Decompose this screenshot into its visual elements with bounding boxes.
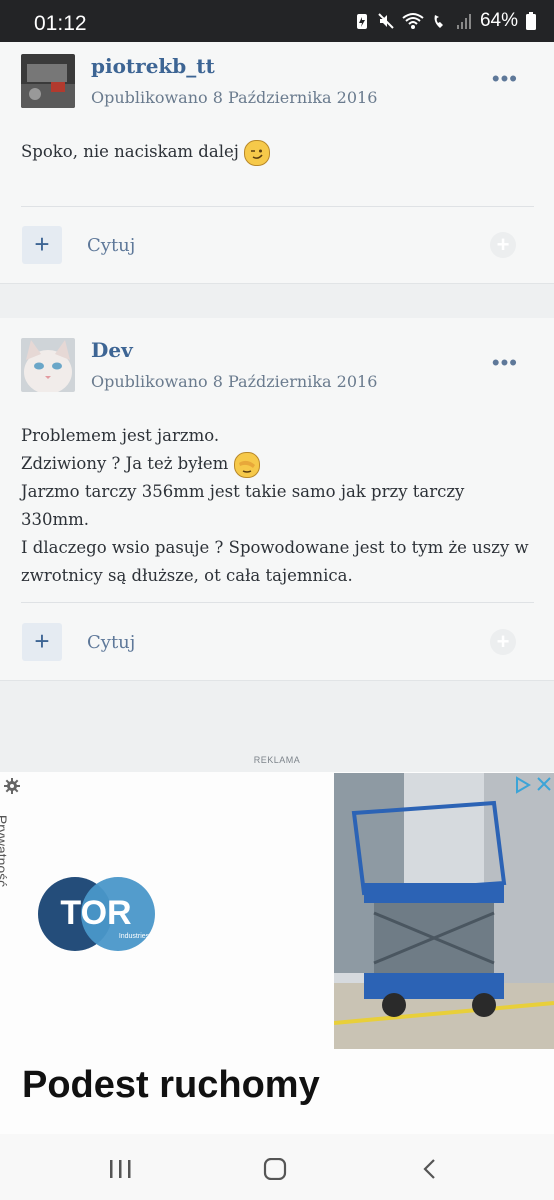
post-content: Spoko, nie naciskam dalej bbox=[21, 138, 534, 166]
divider bbox=[21, 602, 534, 603]
advertisement[interactable]: Prywatność TOR Industries Podest ruchomy bbox=[0, 772, 554, 1134]
battery-saver-icon bbox=[356, 14, 367, 29]
gear-icon bbox=[4, 778, 20, 794]
mute-icon bbox=[378, 13, 394, 29]
more-options-icon[interactable]: ••• bbox=[492, 350, 518, 376]
post-line-wrap: Zdziwiony ? Ja też byłem bbox=[21, 450, 534, 478]
quote-button[interactable]: Cytuj bbox=[87, 235, 135, 256]
post-line: zwrotnicy są dłuższe, ot cała tajemnica. bbox=[21, 566, 353, 585]
divider bbox=[21, 206, 534, 207]
post-date: Opublikowano 8 Października 2016 bbox=[91, 88, 378, 107]
battery-icon bbox=[526, 12, 536, 30]
adchoices-icon[interactable] bbox=[514, 776, 532, 794]
tor-logo: TOR Industries bbox=[38, 877, 155, 951]
multiquote-icon[interactable]: + bbox=[490, 629, 516, 655]
more-options-icon[interactable]: ••• bbox=[492, 66, 518, 92]
post-author[interactable]: piotrekb_tt bbox=[91, 54, 215, 78]
android-nav-bar bbox=[0, 1134, 554, 1200]
facepalm-emoji-icon bbox=[233, 451, 260, 478]
post-author[interactable]: Dev bbox=[91, 338, 133, 362]
scissor-lift-photo bbox=[334, 773, 554, 1049]
post-line: Jarzmo tarczy 356mm jest takie samo jak … bbox=[21, 482, 465, 529]
multiquote-icon[interactable]: + bbox=[490, 232, 516, 258]
status-bar: 01:12 64% bbox=[0, 0, 554, 42]
recent-apps-icon[interactable] bbox=[108, 1158, 132, 1180]
avatar[interactable] bbox=[21, 54, 75, 108]
status-time: 01:12 bbox=[34, 12, 87, 35]
close-icon[interactable] bbox=[536, 776, 552, 792]
ad-headline[interactable]: Podest ruchomy bbox=[22, 1064, 320, 1107]
back-icon[interactable] bbox=[420, 1158, 440, 1180]
ad-privacy-label: Prywatność bbox=[0, 814, 11, 888]
post-line: I dlaczego wsio pasuje ? Spowodowane jes… bbox=[21, 538, 529, 557]
home-icon[interactable] bbox=[263, 1158, 287, 1180]
signal-icon bbox=[456, 14, 471, 29]
post-date: Opublikowano 8 Października 2016 bbox=[91, 372, 378, 391]
post-dev: Dev Opublikowano 8 Października 2016 •••… bbox=[0, 318, 554, 681]
post-line: Problemem jest jarzmo. bbox=[21, 426, 220, 445]
wifi-call-icon bbox=[434, 15, 443, 28]
add-reaction-button[interactable]: + bbox=[22, 226, 62, 264]
post-line: Spoko, nie naciskam dalej bbox=[21, 142, 239, 161]
svg-text:TOR: TOR bbox=[60, 894, 131, 932]
wink-emoji-icon bbox=[244, 139, 271, 166]
avatar[interactable] bbox=[21, 338, 75, 392]
quote-button[interactable]: Cytuj bbox=[87, 632, 135, 653]
ad-label: REKLAMA bbox=[253, 755, 301, 765]
wifi-icon bbox=[402, 13, 424, 29]
battery-percent: 64% bbox=[479, 10, 518, 31]
svg-text:Industries: Industries bbox=[119, 933, 150, 940]
post-content: Problemem jest jarzmo. Zdziwiony ? Ja te… bbox=[21, 422, 534, 590]
post-line: Zdziwiony ? Ja też byłem bbox=[21, 454, 229, 473]
add-reaction-button[interactable]: + bbox=[22, 623, 62, 661]
ad-privacy[interactable]: Prywatność bbox=[0, 778, 22, 898]
post-piotrekb: piotrekb_tt Opublikowano 8 Października … bbox=[0, 42, 554, 284]
